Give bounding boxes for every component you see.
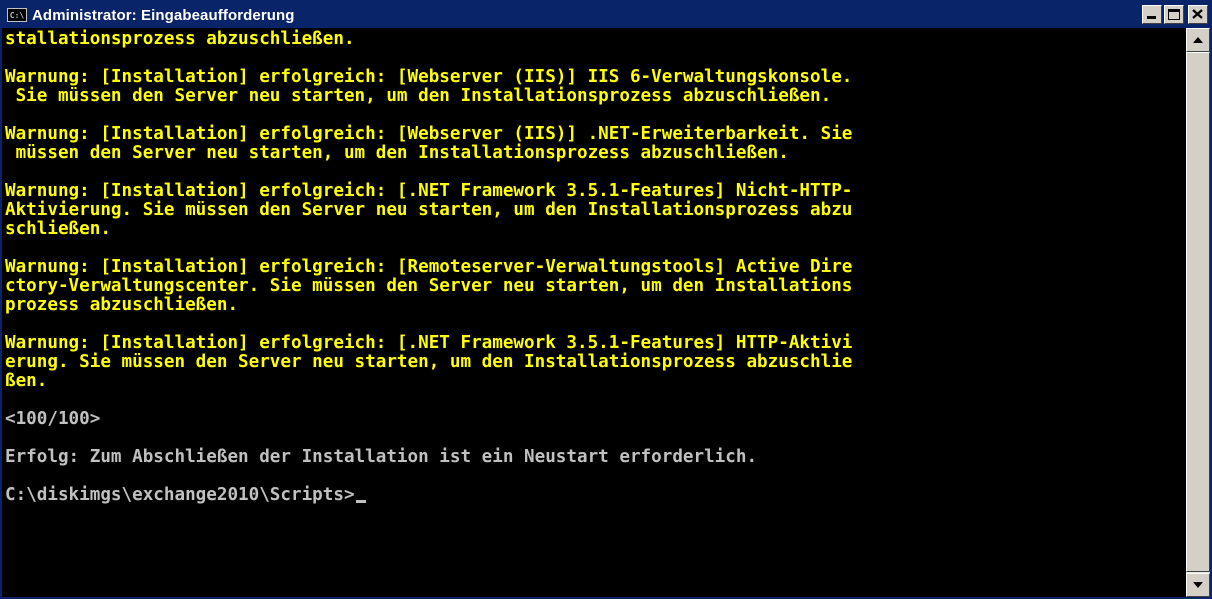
close-button[interactable]: [1188, 5, 1208, 24]
arrow-up-icon: [1193, 37, 1203, 43]
console-line: Warnung: [Installation] erfolgreich: [Re…: [5, 257, 853, 277]
console-line: erung. Sie müssen den Server neu starten…: [5, 352, 853, 372]
arrow-down-icon: [1193, 582, 1203, 588]
scrollbar-thumb[interactable]: [1186, 52, 1210, 572]
console-line: Aktivierung. Sie müssen den Server neu s…: [5, 200, 853, 220]
progress-line: <100/100>: [5, 409, 101, 429]
console-line: müssen den Server neu starten, um den In…: [5, 143, 789, 163]
minimize-icon: [1147, 16, 1156, 19]
scroll-down-button[interactable]: [1186, 573, 1210, 597]
console-line: schließen.: [5, 219, 111, 239]
maximize-icon: [1168, 9, 1180, 20]
console-line: ctory-Verwaltungscenter. Sie müssen den …: [5, 276, 853, 296]
minimize-button[interactable]: [1142, 5, 1162, 24]
console-window: C:\ Administrator: Eingabeaufforderung s…: [0, 0, 1212, 599]
title-bar[interactable]: C:\ Administrator: Eingabeaufforderung: [2, 2, 1210, 28]
console-line: stallationsprozess abzuschließen.: [5, 29, 355, 49]
console-line: prozess abzuschließen.: [5, 295, 239, 315]
console-line: Warnung: [Installation] erfolgreich: [.N…: [5, 181, 853, 201]
console-app-icon[interactable]: C:\: [7, 8, 27, 22]
console-line: Warnung: [Installation] erfolgreich: [.N…: [5, 333, 853, 353]
window-controls: [1142, 5, 1208, 24]
console-line: Warnung: [Installation] erfolgreich: [We…: [5, 67, 853, 87]
scroll-up-button[interactable]: [1186, 28, 1210, 52]
prompt-text: C:\diskimgs\exchange2010\Scripts>: [5, 485, 355, 505]
close-icon: [1192, 9, 1203, 19]
success-line: Erfolg: Zum Abschließen der Installation…: [5, 447, 758, 467]
vertical-scrollbar[interactable]: [1186, 28, 1210, 597]
console-output[interactable]: stallationsprozess abzuschließen. Warnun…: [2, 28, 1186, 597]
console-line: Sie müssen den Server neu starten, um de…: [5, 86, 832, 106]
maximize-button[interactable]: [1164, 5, 1184, 24]
console-line: Warnung: [Installation] erfolgreich: [We…: [5, 124, 853, 144]
text-cursor: [355, 500, 366, 503]
window-title: Administrator: Eingabeaufforderung: [32, 6, 295, 24]
console-line: ßen.: [5, 371, 48, 391]
prompt-line: C:\diskimgs\exchange2010\Scripts>: [5, 486, 366, 505]
